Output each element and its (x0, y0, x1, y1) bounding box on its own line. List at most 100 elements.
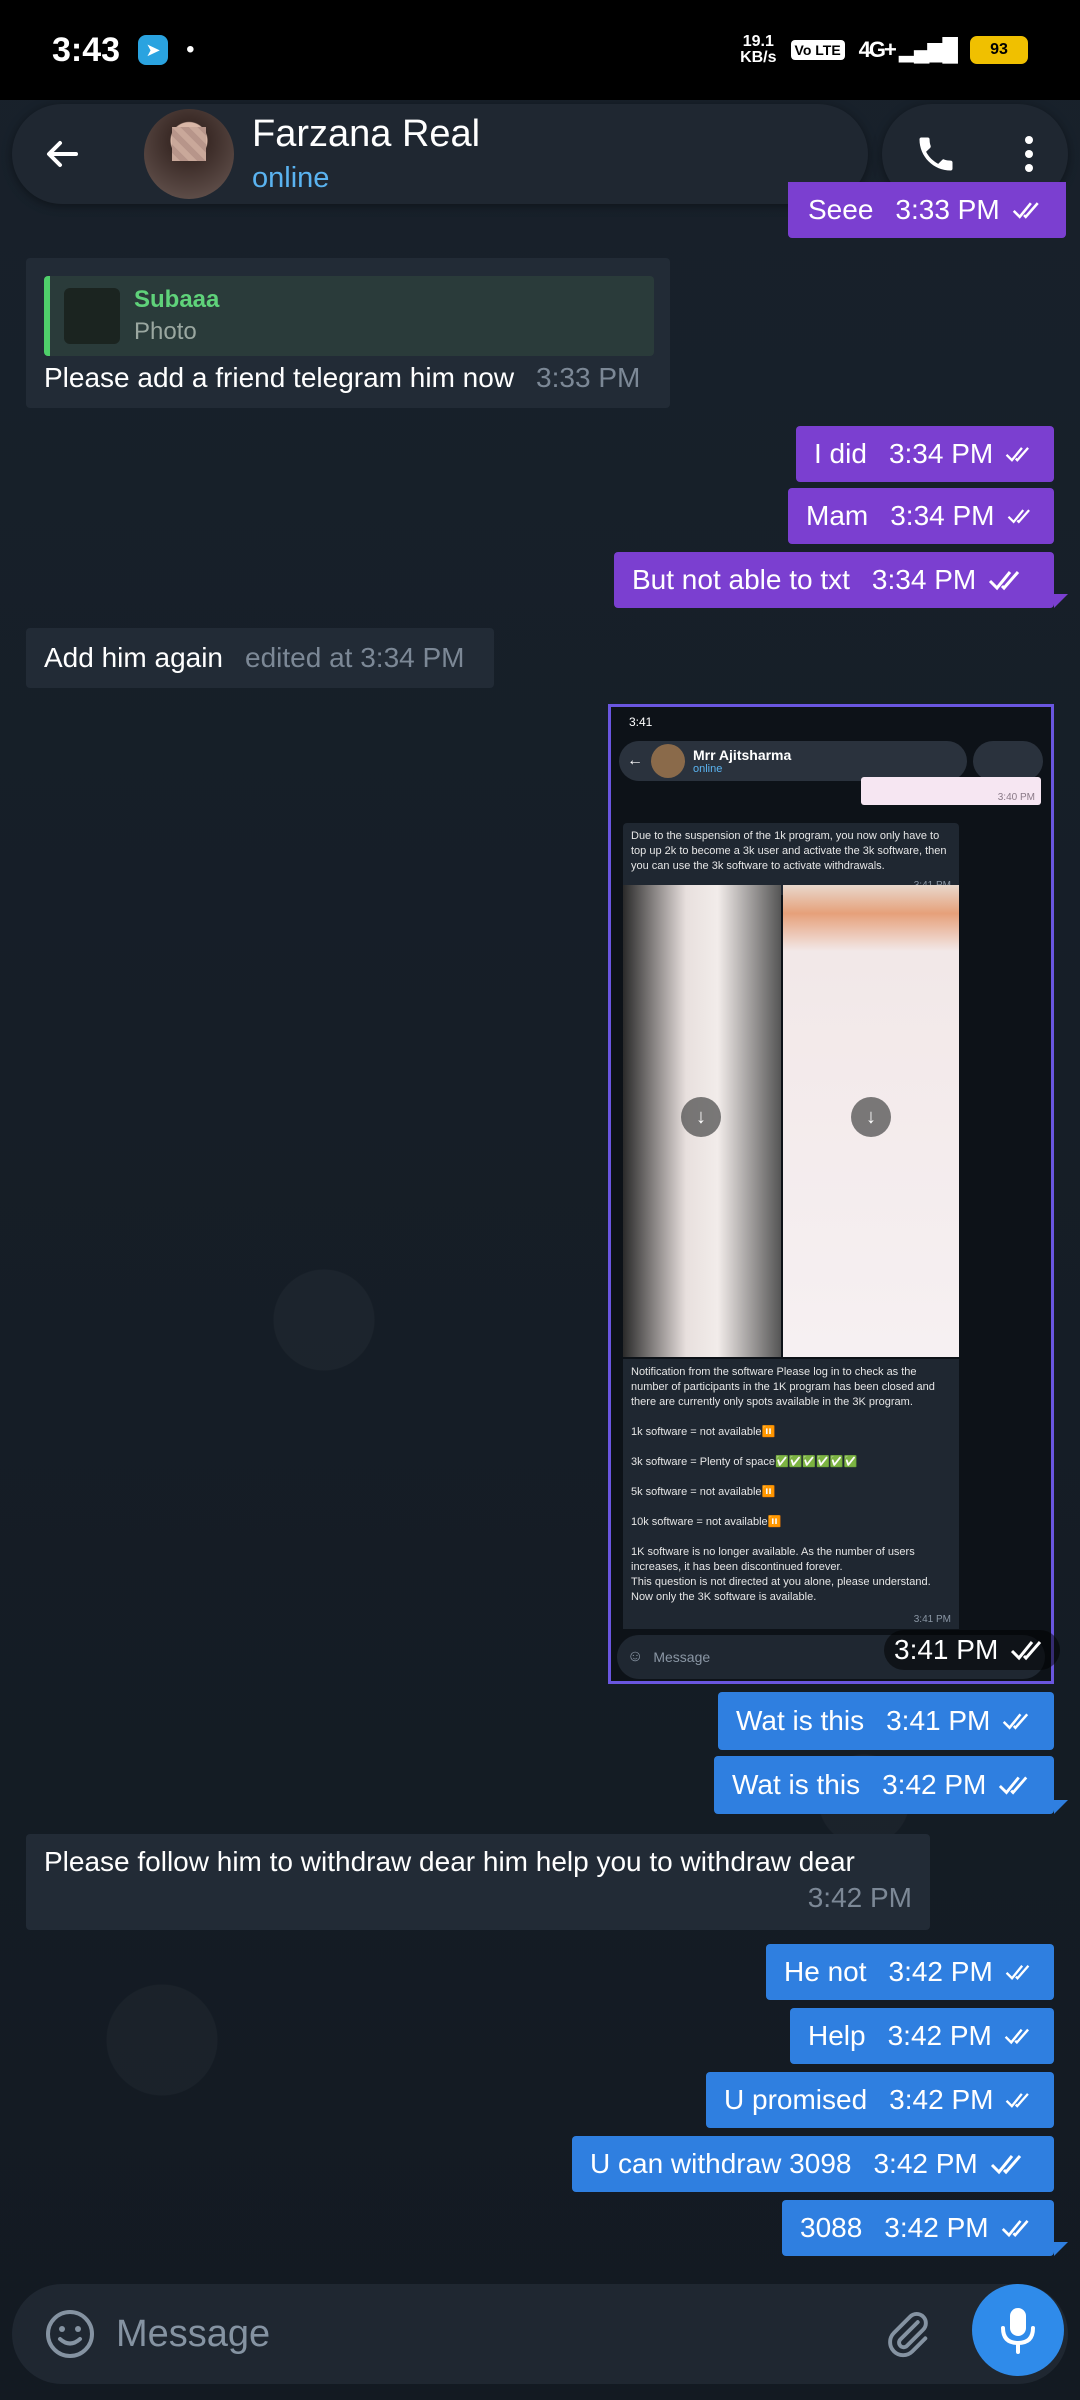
screenshot-outgoing-bubble: 3:40 PM (861, 777, 1041, 805)
contact-info[interactable]: Farzana Real online (252, 113, 480, 195)
message-time: 3:34 PM (888, 438, 994, 469)
message-time: 3:42 PM (807, 1882, 912, 1913)
emoji-icon[interactable] (42, 2306, 98, 2362)
read-receipt-icon (1005, 447, 1030, 462)
message-text: Seee (808, 194, 874, 225)
avatar[interactable] (144, 109, 234, 199)
outgoing-message[interactable]: 3088 3:42 PM (782, 2200, 1054, 2256)
screenshot-emoji-icon: ☺ (627, 1648, 644, 1665)
image-message[interactable]: 3:41 ← Mrr Ajitsharma online 3:40 PM Due… (608, 704, 1054, 1684)
message-time: 3:34 PM (890, 500, 995, 531)
outgoing-message[interactable]: Wat is this 3:42 PM (714, 1756, 1054, 1814)
outgoing-message[interactable]: He not 3:42 PM (766, 1944, 1054, 2000)
status-bar: 3:43 ➤ • 19.1 KB/s Vo LTE 4G+ ▂▄▆█ 93 (0, 0, 1080, 100)
read-receipt-icon (989, 571, 1020, 591)
avatar-blur (172, 127, 206, 161)
reply-preview[interactable]: Subaaa Photo (44, 276, 654, 356)
screenshot-contact-status: online (693, 763, 723, 775)
reply-sender: Subaaa (134, 286, 220, 313)
image-time-overlay: 3:41 PM (884, 1630, 1061, 1670)
screenshot-status-time: 3:41 (629, 715, 653, 729)
outgoing-message[interactable]: U promised 3:42 PM (706, 2072, 1054, 2128)
message-text: Wat is this (732, 1769, 861, 1800)
back-button[interactable] (12, 104, 112, 204)
message-time: 3:42 PM (873, 2148, 978, 2179)
network-speed-unit: KB/s (740, 49, 777, 66)
microphone-icon (1001, 2308, 1035, 2354)
notification-dot: • (186, 36, 195, 63)
download-icon: ↓ (681, 1097, 721, 1137)
voice-record-button[interactable] (972, 2284, 1064, 2376)
message-input[interactable]: Message (116, 2313, 270, 2356)
screenshot-header: ← Mrr Ajitsharma online (619, 741, 1043, 781)
message-time: 3:33 PM (895, 194, 1000, 225)
screenshot-status-bar: 3:41 (611, 707, 1051, 737)
read-receipt-icon (1005, 1964, 1030, 1980)
read-receipt-icon (990, 2155, 1021, 2175)
status-time: 3:43 (52, 30, 121, 69)
contact-name: Farzana Real (252, 113, 481, 155)
message-text: Please add a friend telegram him now (44, 362, 515, 393)
screenshot-pink-time: 3:40 PM (997, 792, 1035, 803)
message-input-bar[interactable]: Message (12, 2284, 1068, 2384)
screenshot-message-1-text: Due to the suspension of the 1k program,… (631, 830, 947, 872)
read-receipt-icon (1006, 2093, 1030, 2108)
message-text: Add him again (44, 642, 224, 673)
volte-icon: Vo LTE (790, 40, 845, 60)
screenshot-header-pill: ← Mrr Ajitsharma online (619, 741, 967, 781)
screenshot-header-actions (973, 741, 1043, 781)
attach-icon[interactable] (882, 2308, 934, 2360)
chat-header[interactable]: Farzana Real online (12, 104, 868, 204)
message-text: I did (814, 438, 867, 469)
outgoing-message[interactable]: U can withdraw 3098 3:42 PM (572, 2136, 1054, 2192)
telegram-notification-icon: ➤ (138, 35, 169, 65)
message-time: 3:42 PM (887, 2020, 992, 2051)
bubble-tail (1054, 2242, 1068, 2256)
outgoing-message[interactable]: Wat is this 3:41 PM (718, 1692, 1054, 1750)
message-text: U can withdraw 3098 (590, 2148, 852, 2179)
arrow-left-icon (47, 141, 78, 167)
screenshot-message-2: Notification from the software Please lo… (623, 1359, 959, 1629)
read-receipt-icon (1001, 2220, 1029, 2238)
bubble-tail (1054, 594, 1068, 608)
message-time: 3:42 PM (889, 2084, 994, 2115)
network-speed: 19.1 KB/s (740, 34, 776, 66)
screenshot-back-icon: ← (627, 752, 643, 769)
read-receipt-icon (1004, 2028, 1029, 2045)
message-time: 3:34 PM (871, 564, 977, 595)
message-text: But not able to txt (632, 564, 850, 595)
read-receipt-icon (1012, 202, 1039, 219)
network-speed-value: 19.1 (742, 33, 774, 50)
message-time: 3:41 PM (886, 1705, 991, 1736)
screenshot-input-placeholder: Message (653, 1649, 711, 1665)
screenshot-avatar (651, 744, 685, 778)
message-time: 3:41 PM (894, 1634, 999, 1665)
outgoing-message[interactable]: Help 3:42 PM (790, 2008, 1054, 2064)
reply-thumbnail (64, 288, 120, 344)
message-time: 3:42 PM (882, 1769, 987, 1800)
read-receipt-icon (1011, 1641, 1042, 1661)
outgoing-message[interactable]: Seee 3:33 PM (788, 182, 1066, 238)
outgoing-message[interactable]: Mam 3:34 PM (788, 488, 1054, 544)
message-time: 3:42 PM (884, 2212, 989, 2243)
read-receipt-icon (999, 1776, 1028, 1795)
screenshot-message-2-time: 3:41 PM (913, 1614, 951, 1625)
message-text: Please follow him to withdraw dear him h… (44, 1846, 855, 1877)
more-vertical-icon[interactable] (1022, 132, 1036, 176)
message-time: 3:33 PM (536, 362, 641, 393)
screenshot-contact-name: Mrr Ajitsharma (693, 747, 792, 763)
phone-icon[interactable] (914, 132, 958, 176)
message-text: Help (808, 2020, 866, 2051)
outgoing-message[interactable]: But not able to txt 3:34 PM (614, 552, 1054, 608)
contact-status: online (252, 162, 330, 194)
incoming-message[interactable]: Add him again edited at 3:34 PM (26, 628, 494, 688)
read-receipt-icon (1003, 1713, 1029, 1730)
incoming-message[interactable]: Please follow him to withdraw dear him h… (26, 1834, 930, 1930)
message-time: edited at 3:34 PM (245, 642, 465, 673)
message-text: He not (784, 1956, 867, 1987)
outgoing-message[interactable]: I did 3:34 PM (796, 426, 1054, 482)
signal-icon: 4G+ ▂▄▆█ (858, 37, 958, 62)
message-text: 3088 (800, 2212, 863, 2243)
message-text: Mam (806, 500, 869, 531)
network-type: 4G+ (858, 37, 897, 62)
